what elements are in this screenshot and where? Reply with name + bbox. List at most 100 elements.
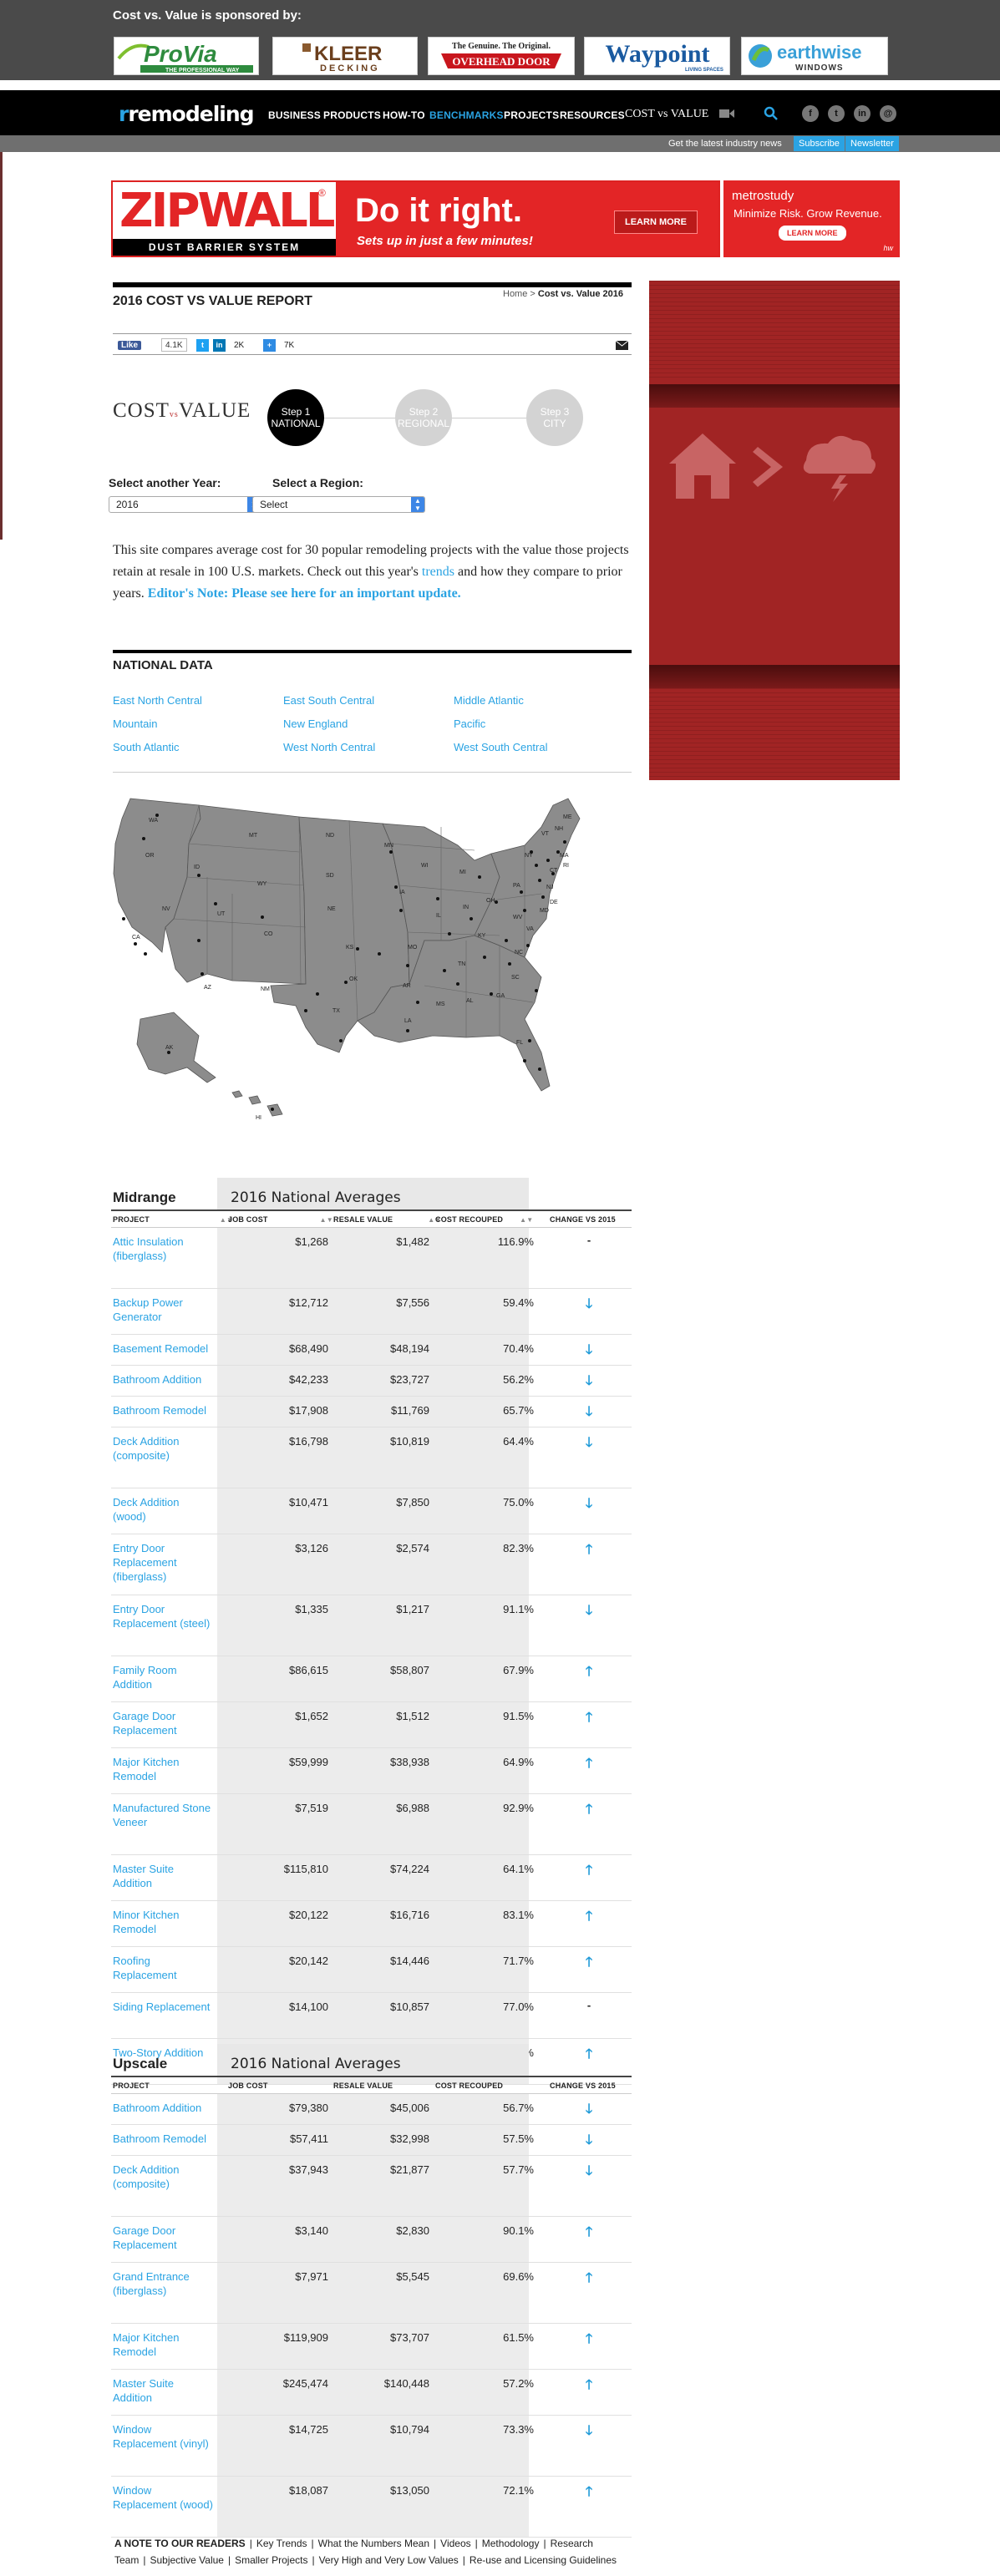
project-link[interactable]: Family Room Addition [113,1663,213,1691]
col-resale-value[interactable]: RESALE VALUE ▲▼ [333,1215,442,1224]
project-link[interactable]: Grand Entrance (fiberglass) [113,2269,213,2298]
trends-link[interactable]: trends [422,565,454,579]
step-national[interactable]: Step 1 NATIONAL [267,389,324,446]
col-job-cost[interactable]: JOB COST ▲▼ [228,1215,333,1224]
project-link[interactable]: Roofing Replacement [113,1954,213,1982]
project-link[interactable]: Manufactured Stone Veneer [113,1801,213,1829]
region-link-west-north-central[interactable]: West North Central [283,741,375,753]
linkedin-icon[interactable]: in [854,105,871,122]
ad-zipwall[interactable]: ZIPWALL ® DUST BARRIER SYSTEM Do it righ… [111,180,720,257]
project-link[interactable]: Bathroom Remodel [113,2132,213,2146]
region-link-south-atlantic[interactable]: South Atlantic [113,741,180,753]
project-link[interactable]: Basement Remodel [113,1341,213,1356]
newsletter-button[interactable]: Newsletter [845,136,899,151]
col-project[interactable]: PROJECT ▲▼ [113,1215,233,1224]
table-row: Bathroom Remodel $57,411 $32,998 57.5% 🡓 [111,2125,632,2156]
sponsor-logo-provia[interactable]: ProVia THE PROFESSIONAL WAY [114,37,259,75]
project-link[interactable]: Minor Kitchen Remodel [113,1908,213,1936]
project-link[interactable]: Window Replacement (wood) [113,2483,213,2512]
footer-link[interactable]: Methodology [482,2538,540,2549]
nav-projects[interactable]: PROJECTS [504,109,559,121]
editors-note-link[interactable]: Editor's Note: Please see here for an im… [148,586,461,601]
email-share-icon[interactable] [616,338,628,352]
facebook-icon[interactable]: f [802,105,819,122]
svg-text:SD: SD [326,873,334,879]
project-link[interactable]: Siding Replacement [113,2000,213,2014]
col-project[interactable]: PROJECT [113,2082,150,2090]
project-link[interactable]: Window Replacement (vinyl) [113,2422,213,2451]
nav-products[interactable]: PRODUCTS [323,109,381,121]
metrostudy-learn-more-button[interactable]: LEARN MORE [779,226,846,241]
project-link[interactable]: Attic Insulation (fiberglass) [113,1235,213,1263]
job-cost-cell: $14,725 [289,2423,328,2436]
job-cost-cell: $14,100 [289,2000,328,2013]
project-link[interactable]: Master Suite Addition [113,2376,213,2405]
upscale-table-subtitle: 2016 National Averages [231,2056,401,2072]
plus-share-button[interactable]: + [263,338,276,352]
video-icon[interactable] [718,105,735,122]
project-link[interactable]: Major Kitchen Remodel [113,2330,213,2359]
year-select[interactable]: 2016 ▲▼ [109,496,261,513]
site-logo[interactable]: rremodeling [119,102,255,126]
subscribe-button[interactable]: Subscribe [794,136,845,151]
nav-cost-vs-value[interactable]: COST vs VALUE [625,108,708,121]
project-link[interactable]: Bathroom Addition [113,1372,213,1387]
footer-link[interactable]: Key Trends [256,2538,307,2549]
project-link[interactable]: Garage Door Replacement [113,2224,213,2252]
footer-link[interactable]: A NOTE TO OUR READERS [114,2538,246,2549]
col-change[interactable]: CHANGE VS 2015 [550,1215,616,1224]
col-change[interactable]: CHANGE VS 2015 [550,2082,616,2090]
step-regional[interactable]: Step 2 REGIONAL [395,389,452,446]
col-job-cost[interactable]: JOB COST [228,2082,268,2090]
side-promo-panel[interactable] [649,281,900,780]
project-link[interactable]: Entry Door Replacement (fiberglass) [113,1541,213,1584]
sponsor-logo-kleer[interactable]: KLEER DECKING [272,37,418,75]
search-icon[interactable] [763,105,779,122]
region-link-mountain[interactable]: Mountain [113,718,157,730]
project-link[interactable]: Bathroom Addition [113,2101,213,2115]
twitter-share-button[interactable]: t [196,338,209,352]
email-icon[interactable]: @ [880,105,896,122]
project-link[interactable]: Deck Addition (composite) [113,2163,213,2191]
col-resale-value[interactable]: RESALE VALUE [333,2082,393,2090]
nav-benchmarks[interactable]: BENCHMARKS [429,109,504,121]
linkedin-share-button[interactable]: in [213,338,226,352]
region-link-east-south-central[interactable]: East South Central [283,694,374,707]
facebook-like-button[interactable]: Like [118,338,142,352]
region-link-new-england[interactable]: New England [283,718,348,730]
sponsor-logo-earthwise[interactable]: earthwise WINDOWS [741,37,888,75]
footer-link[interactable]: Videos [440,2538,470,2549]
project-link[interactable]: Master Suite Addition [113,1862,213,1890]
region-select[interactable]: Select ▲ ▼ [252,496,425,513]
breadcrumb: Home > Cost vs. Value 2016 [503,289,623,299]
us-map[interactable]: WAMT NDMN ORID WYSD WIMI NYVT NHME MARI … [107,794,620,1136]
project-link[interactable]: Garage Door Replacement [113,1709,213,1737]
footer-link[interactable]: Re-use and Licensing Guidelines [470,2554,617,2566]
project-link[interactable]: Backup Power Generator [113,1296,213,1324]
zipwall-learn-more-button[interactable]: LEARN MORE [614,210,698,234]
project-link[interactable]: Entry Door Replacement (steel) [113,1602,213,1630]
step-city[interactable]: Step 3 CITY [526,389,583,446]
region-link-east-north-central[interactable]: East North Central [113,694,202,707]
col-cost-recouped[interactable]: COST RECOUPED [435,2082,503,2090]
twitter-icon[interactable]: t [828,105,845,122]
footer-link[interactable]: Very High and Very Low Values [319,2554,459,2566]
nav-how-to[interactable]: HOW-TO [383,109,425,121]
sponsor-logo-overhead-door[interactable]: The Genuine. The Original. OVERHEAD DOOR [428,37,575,75]
footer-link[interactable]: Subjective Value [150,2554,224,2566]
footer-link[interactable]: What the Numbers Mean [318,2538,429,2549]
footer-link[interactable]: Smaller Projects [235,2554,307,2566]
col-cost-recouped[interactable]: COST RECOUPED ▲▼ [435,1215,533,1224]
nav-business[interactable]: BUSINESS [268,109,321,121]
breadcrumb-home[interactable]: Home [503,289,527,299]
project-link[interactable]: Deck Addition (wood) [113,1495,213,1524]
sponsor-logo-waypoint[interactable]: Waypoint LIVING SPACES [584,37,730,75]
region-link-pacific[interactable]: Pacific [454,718,485,730]
ad-metrostudy[interactable]: metrostudy Minimize Risk. Grow Revenue. … [723,180,900,257]
project-link[interactable]: Major Kitchen Remodel [113,1755,213,1783]
nav-resources[interactable]: RESOURCES [560,109,625,121]
region-link-middle-atlantic[interactable]: Middle Atlantic [454,694,524,707]
project-link[interactable]: Deck Addition (composite) [113,1434,213,1463]
region-link-west-south-central[interactable]: West South Central [454,741,547,753]
project-link[interactable]: Bathroom Remodel [113,1403,213,1417]
